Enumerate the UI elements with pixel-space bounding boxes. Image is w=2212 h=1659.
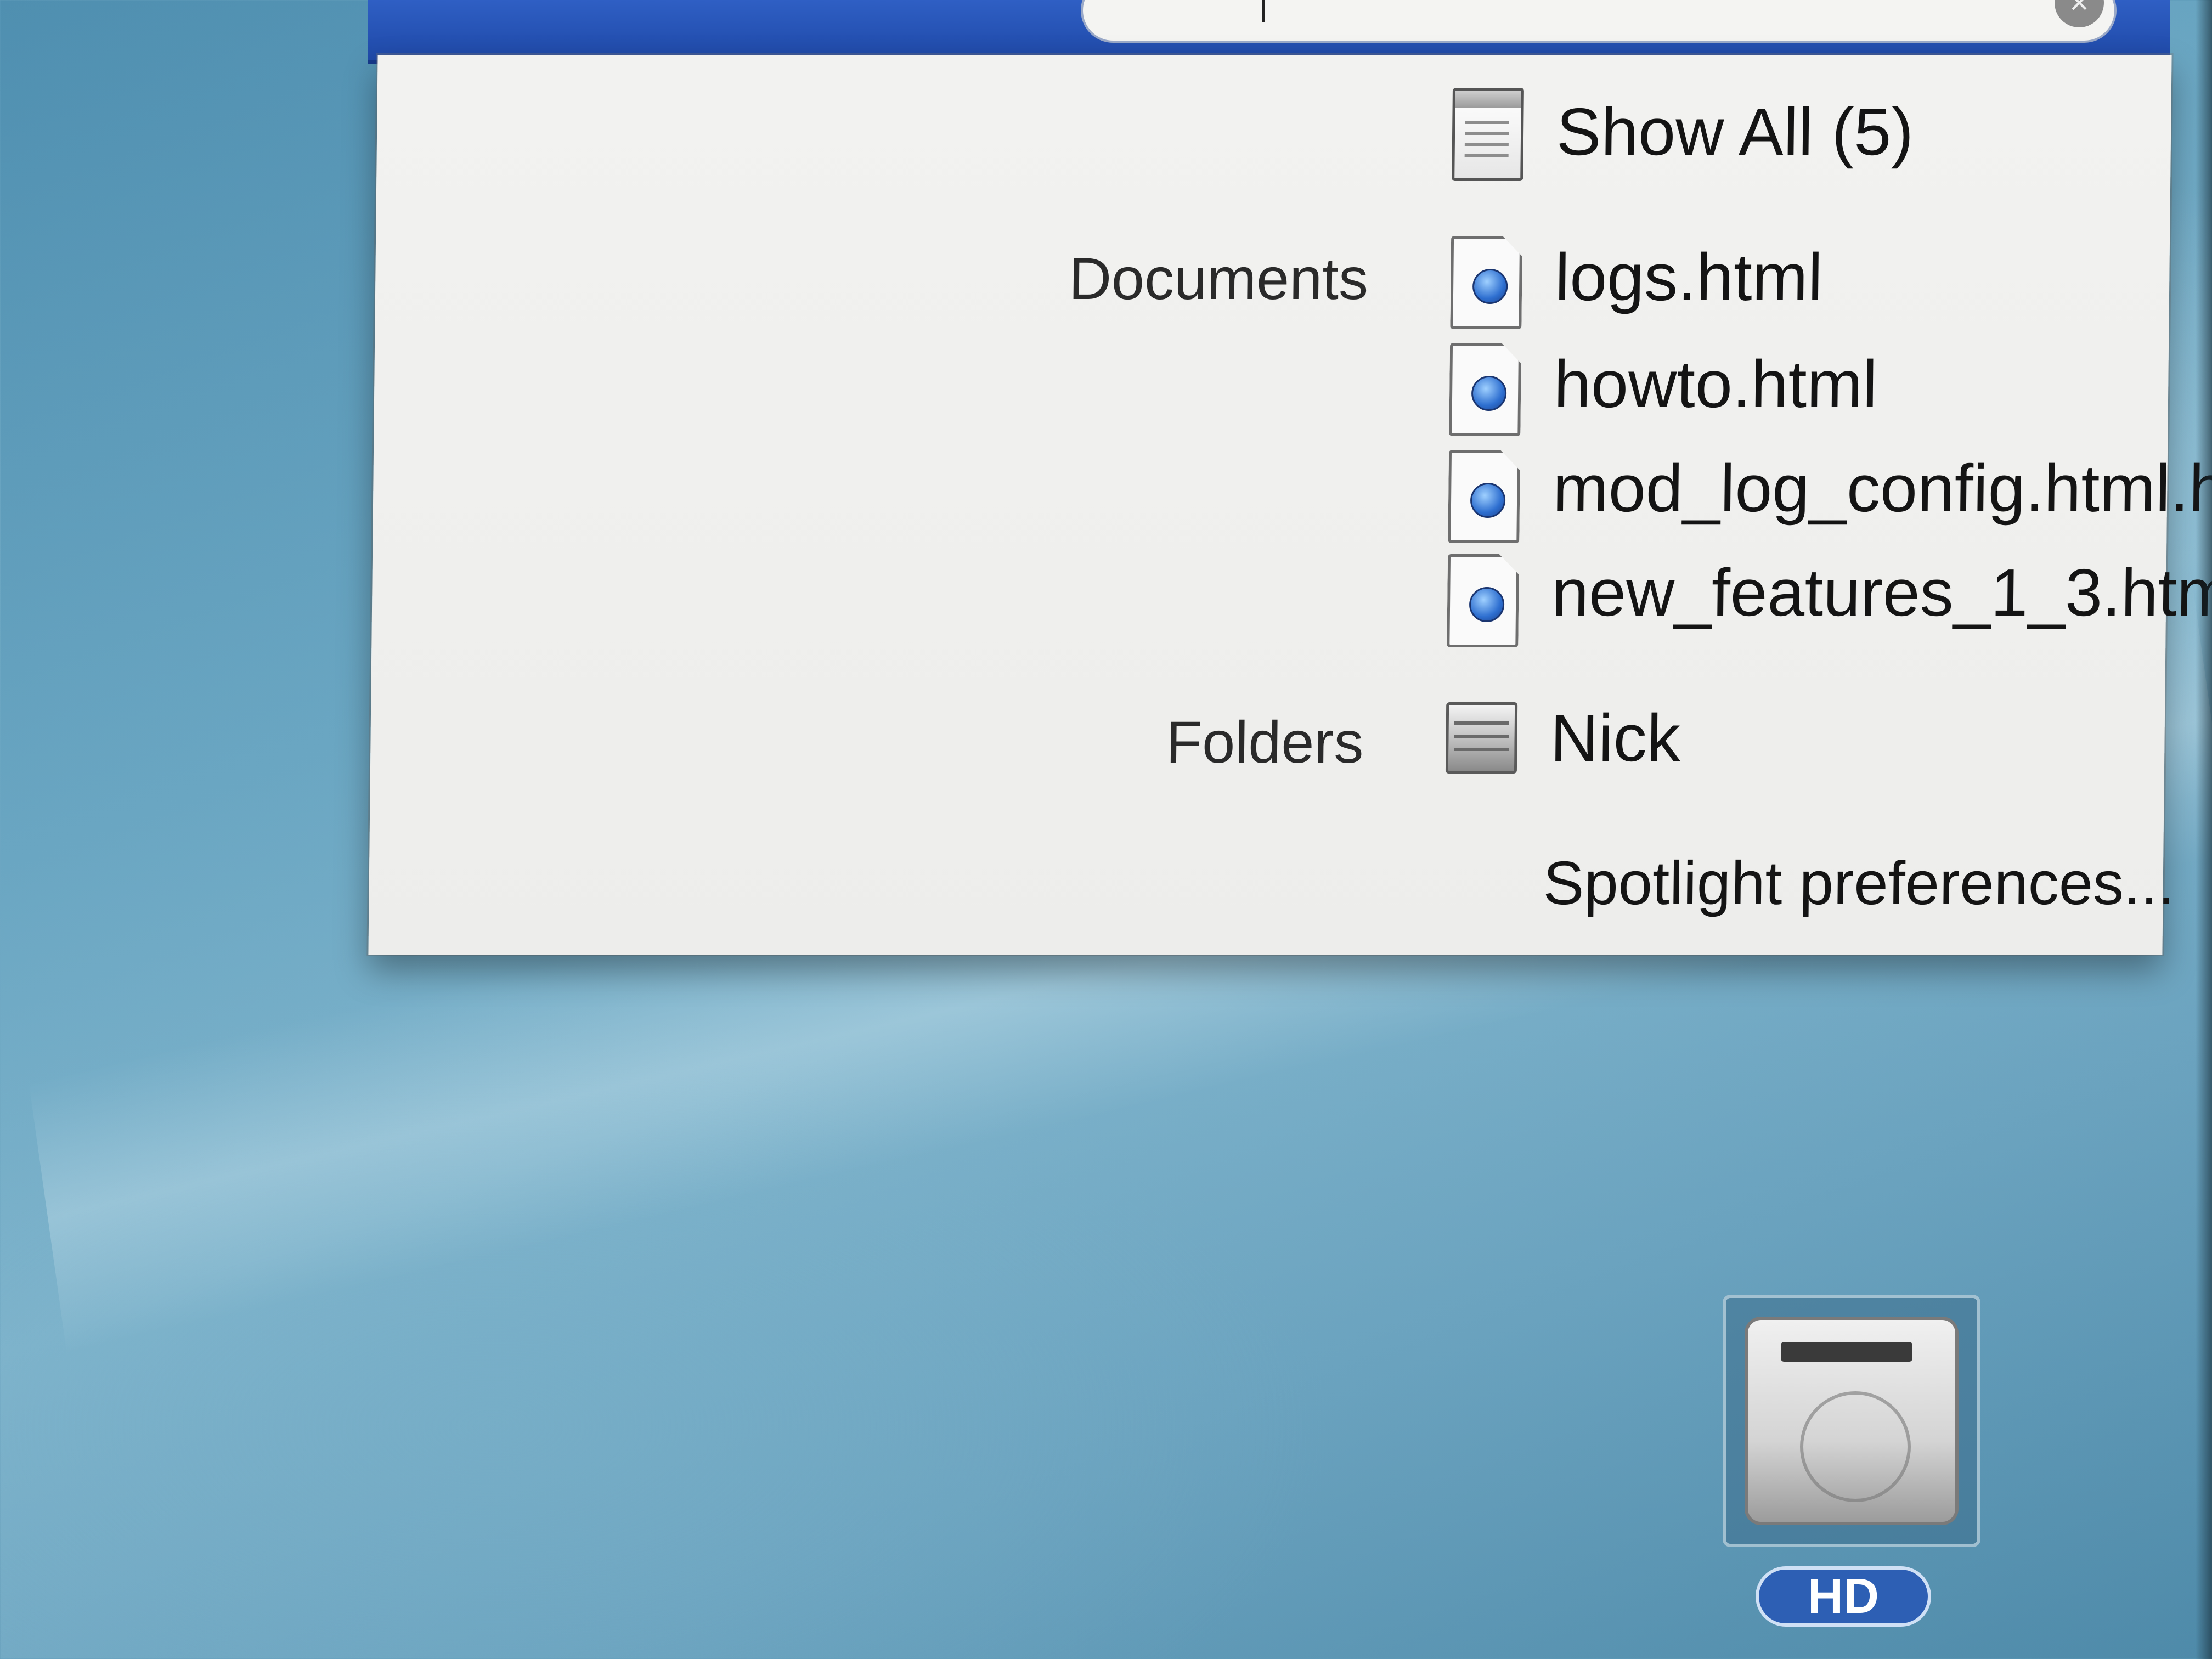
show-all-window-icon [1452, 88, 1524, 181]
result-item-howto[interactable]: howto.html [1554, 346, 1878, 422]
html-document-icon [1450, 236, 1522, 329]
result-item-logs[interactable]: logs.html [1555, 239, 1824, 315]
result-item-new-features[interactable]: new_features_1_3.html.html [1551, 554, 2212, 631]
spotlight-search-input[interactable] [1081, 0, 2117, 43]
spotlight-results-panel: Show All (5) Documents logs.html howto.h… [368, 55, 2212, 955]
category-documents-label: Documents [1068, 245, 1369, 312]
show-all-item[interactable]: Show All (5) [1556, 93, 1914, 170]
category-folders-label: Folders [1165, 709, 1364, 775]
search-text-caret [1262, 0, 1265, 22]
close-icon: × [2069, 0, 2089, 21]
spotlight-preferences-item[interactable]: Spotlight preferences... [1543, 848, 2175, 918]
html-document-icon [1447, 554, 1519, 647]
hard-drive-icon[interactable] [1745, 1317, 1959, 1525]
html-document-icon [1449, 343, 1521, 436]
folder-icon [1445, 702, 1518, 774]
result-item-nick-folder[interactable]: Nick [1550, 699, 1681, 776]
result-item-mod-log-config[interactable]: mod_log_config.html.html [1553, 450, 2212, 527]
hd-label[interactable]: HD [1756, 1566, 1931, 1627]
screen-bezel-edge [2196, 0, 2212, 1659]
html-document-icon [1448, 450, 1520, 543]
